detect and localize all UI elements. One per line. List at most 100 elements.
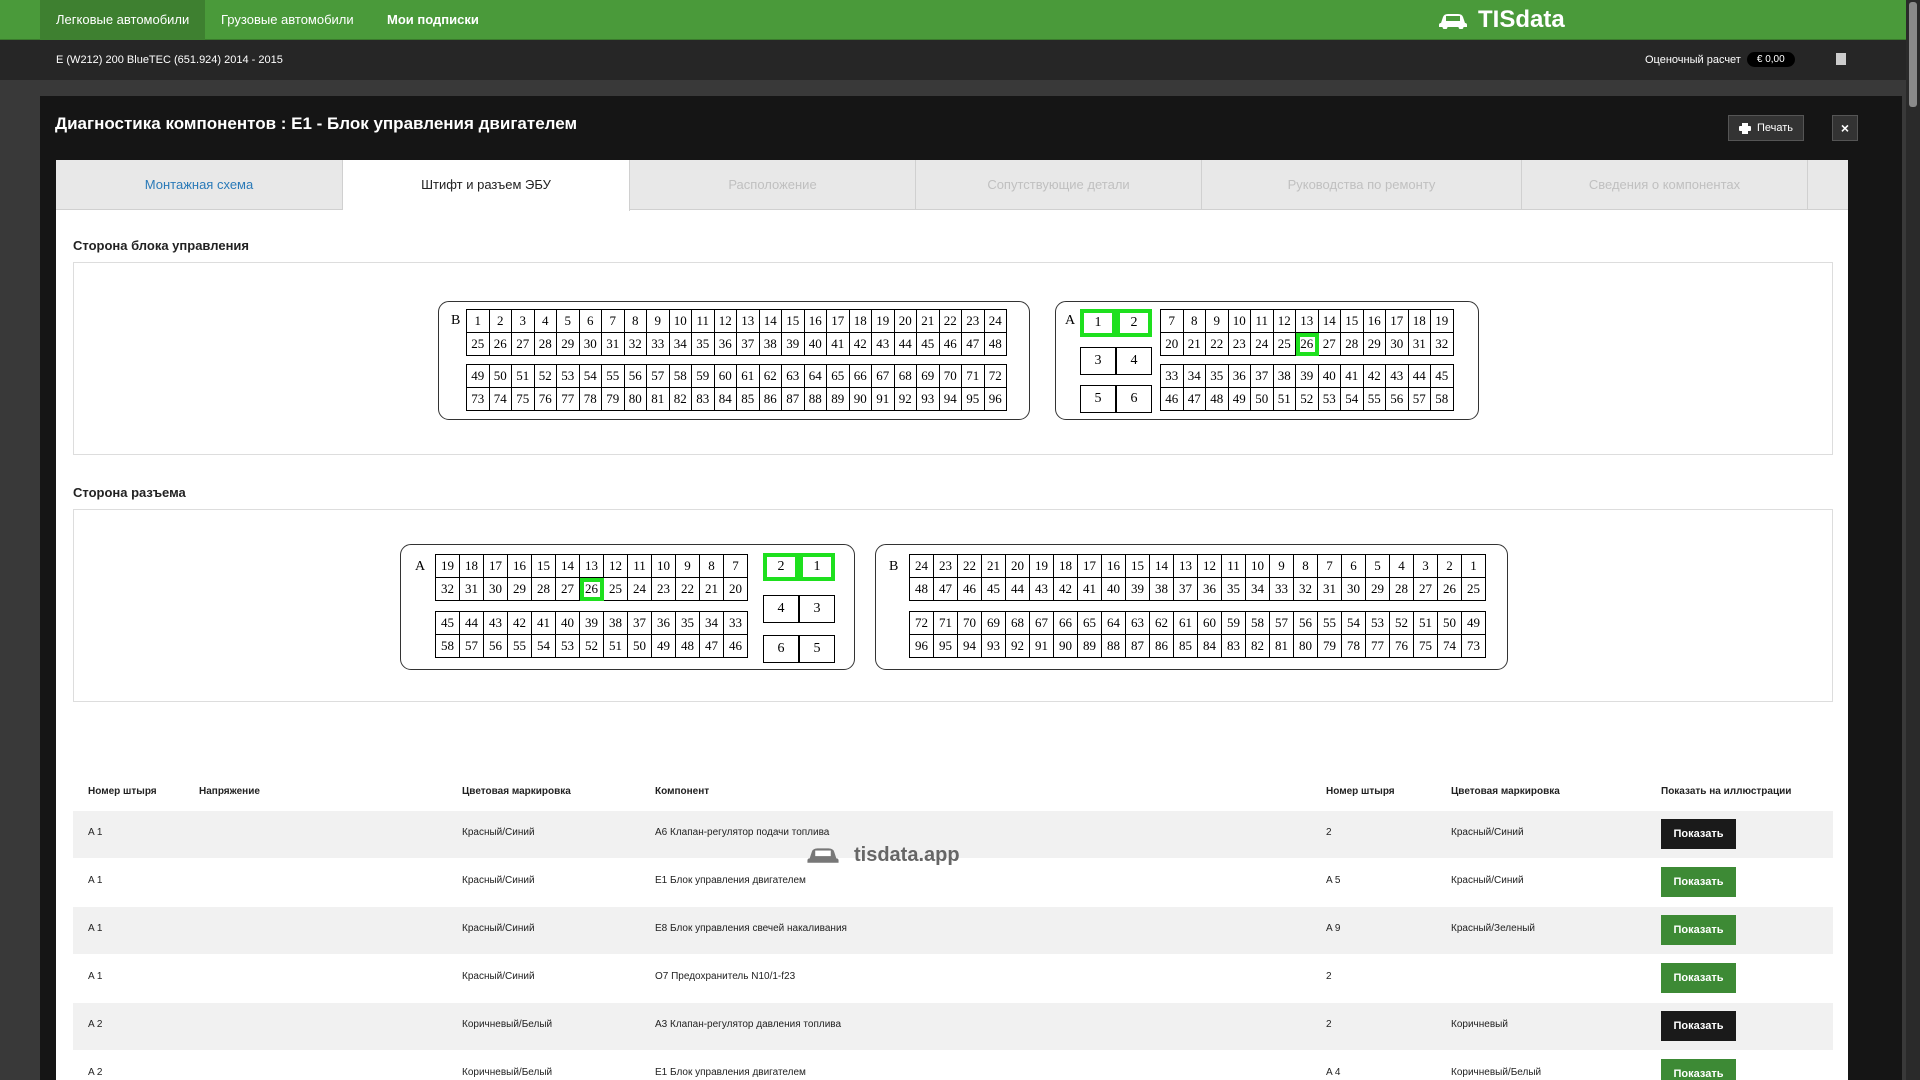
pin-11: 11 xyxy=(692,310,715,333)
pin-26: 26 xyxy=(1438,578,1462,601)
pin-16: 16 xyxy=(1363,310,1386,333)
pin-94: 94 xyxy=(939,388,962,411)
pin-11: 11 xyxy=(628,555,652,578)
pin-grid: 7 8 9 10 11 12 13 14 15 16 17 18 19 20 21 22 23 24 25 26 27 2… xyxy=(1160,309,1454,356)
pin-79: 79 xyxy=(602,388,625,411)
pin-61: 61 xyxy=(1174,612,1198,635)
pin-24: 24 xyxy=(1251,333,1274,356)
pin-93: 93 xyxy=(917,388,940,411)
pin-33: 33 xyxy=(1270,578,1294,601)
pin-grid: 33 34 35 36 37 38 39 40 41 42 43 44 45 46 47 48 49 50 51 52… xyxy=(1160,364,1454,411)
pin-74: 74 xyxy=(1438,635,1462,658)
pin-68: 68 xyxy=(894,365,917,388)
pin-66: 66 xyxy=(1054,612,1078,635)
pin-23: 23 xyxy=(962,310,985,333)
connector-letter: B xyxy=(451,313,461,328)
pin-72: 72 xyxy=(984,365,1007,388)
tab-related-parts: Сопутствующие детали xyxy=(916,160,1202,210)
page-scrollbar[interactable] xyxy=(1906,0,1920,1080)
nav-passenger-cars[interactable]: Легковые автомобили xyxy=(40,0,206,40)
pin-87: 87 xyxy=(782,388,805,411)
cell-color: Коричневый/Белый xyxy=(462,1067,553,1078)
tab-repair-manuals: Руководства по ремонту xyxy=(1202,160,1522,210)
pin-88: 88 xyxy=(1102,635,1126,658)
clipboard-icon[interactable] xyxy=(1836,53,1846,65)
pin-58: 58 xyxy=(669,365,692,388)
show-button[interactable]: Показать xyxy=(1661,915,1736,945)
pin-82: 82 xyxy=(669,388,692,411)
pin-20: 20 xyxy=(1161,333,1184,356)
pin-9: 9 xyxy=(676,555,700,578)
brand-logo[interactable]: TISdata xyxy=(1438,6,1565,34)
vehicle-selection[interactable]: E (W212) 200 BlueTEC (651.924) 2014 - 20… xyxy=(56,54,283,66)
pin-42: 42 xyxy=(1363,365,1386,388)
pin-14: 14 xyxy=(759,310,782,333)
pin-46: 46 xyxy=(958,578,982,601)
pin-91: 91 xyxy=(872,388,895,411)
pin-13: 13 xyxy=(580,555,604,578)
show-button[interactable]: Показать xyxy=(1661,1011,1736,1041)
pin-52: 52 xyxy=(534,365,557,388)
pin-47: 47 xyxy=(1183,388,1206,411)
pin-2: 2 xyxy=(489,310,512,333)
pin-38: 38 xyxy=(759,333,782,356)
pin-7: 7 xyxy=(724,555,748,578)
nav-subscriptions[interactable]: Мои подписки xyxy=(371,0,495,40)
close-button[interactable]: × xyxy=(1832,115,1858,141)
pin-12: 12 xyxy=(604,555,628,578)
tab-pin-connector[interactable]: Штифт и разъем ЭБУ xyxy=(343,160,630,211)
pin-8: 8 xyxy=(1294,555,1318,578)
pin-8: 8 xyxy=(1183,310,1206,333)
pin-24: 24 xyxy=(984,310,1007,333)
show-button[interactable]: Показать xyxy=(1661,819,1736,849)
pin-93: 93 xyxy=(982,635,1006,658)
pin-57: 57 xyxy=(460,635,484,658)
pin-50: 50 xyxy=(1251,388,1274,411)
modal-content: Монтажная схема Штифт и разъем ЭБУ Распо… xyxy=(56,160,1848,1080)
print-button[interactable]: Печать xyxy=(1728,115,1804,141)
scrollbar-thumb[interactable] xyxy=(1909,2,1917,107)
pin-43: 43 xyxy=(1030,578,1054,601)
pin-29: 29 xyxy=(508,578,532,601)
show-button[interactable]: Показать xyxy=(1661,1059,1736,1080)
pin-46: 46 xyxy=(939,333,962,356)
pin-40: 40 xyxy=(1318,365,1341,388)
pin-16: 16 xyxy=(1102,555,1126,578)
cell-pin-2: 2 xyxy=(1326,971,1332,982)
pin-19: 19 xyxy=(1431,310,1454,333)
pin-67: 67 xyxy=(1030,612,1054,635)
pin-12: 12 xyxy=(1273,310,1296,333)
show-button[interactable]: Показать xyxy=(1661,867,1736,897)
pin-grid: 24 23 22 21 20 19 18 17 16 15 14 13 12 11 10 9 8 7 6 5 4 3 2 1 4… xyxy=(909,554,1486,601)
pin-41: 41 xyxy=(1078,578,1102,601)
pin-53: 53 xyxy=(1318,388,1341,411)
pin-37: 37 xyxy=(737,333,760,356)
nav-trucks[interactable]: Грузовые автомобили xyxy=(205,0,370,40)
pin-7: 7 xyxy=(602,310,625,333)
estimate-summary[interactable]: Оценочный расчет € 0,00 xyxy=(1645,52,1795,67)
pin-49: 49 xyxy=(652,635,676,658)
pin-66: 66 xyxy=(849,365,872,388)
pin-13: 13 xyxy=(737,310,760,333)
pin-19: 19 xyxy=(872,310,895,333)
pin-grid: 45 44 43 42 41 40 39 38 37 36 35 34 33 58 57 56 55 54 53 52… xyxy=(435,611,748,658)
control-connector-a: A 123456 7 8 9 10 11 12 13 14 15 16 17 18 19 20 21 22 23… xyxy=(1055,301,1479,420)
brand-name: TISdata xyxy=(1478,6,1565,33)
pin-26: 26 xyxy=(489,333,512,356)
cell-component: A3 Клапан-регулятор давления топлива xyxy=(655,1019,842,1030)
pin-62: 62 xyxy=(759,365,782,388)
pin-15: 15 xyxy=(782,310,805,333)
car-icon xyxy=(1439,14,1467,29)
pin-24: 24 xyxy=(910,555,934,578)
tab-wiring-diagram[interactable]: Монтажная схема xyxy=(56,160,343,210)
pin-95: 95 xyxy=(962,388,985,411)
big-pin-5: 5 xyxy=(799,635,835,663)
pin-4: 4 xyxy=(534,310,557,333)
show-button[interactable]: Показать xyxy=(1661,963,1736,993)
pin-19: 19 xyxy=(436,555,460,578)
pin-56: 56 xyxy=(484,635,508,658)
pin-79: 79 xyxy=(1318,635,1342,658)
big-pin-6: 6 xyxy=(763,635,799,663)
pin-73: 73 xyxy=(1462,635,1486,658)
table-row: A 1 Красный/Синий E8 Блок управления свече… xyxy=(73,907,1833,954)
